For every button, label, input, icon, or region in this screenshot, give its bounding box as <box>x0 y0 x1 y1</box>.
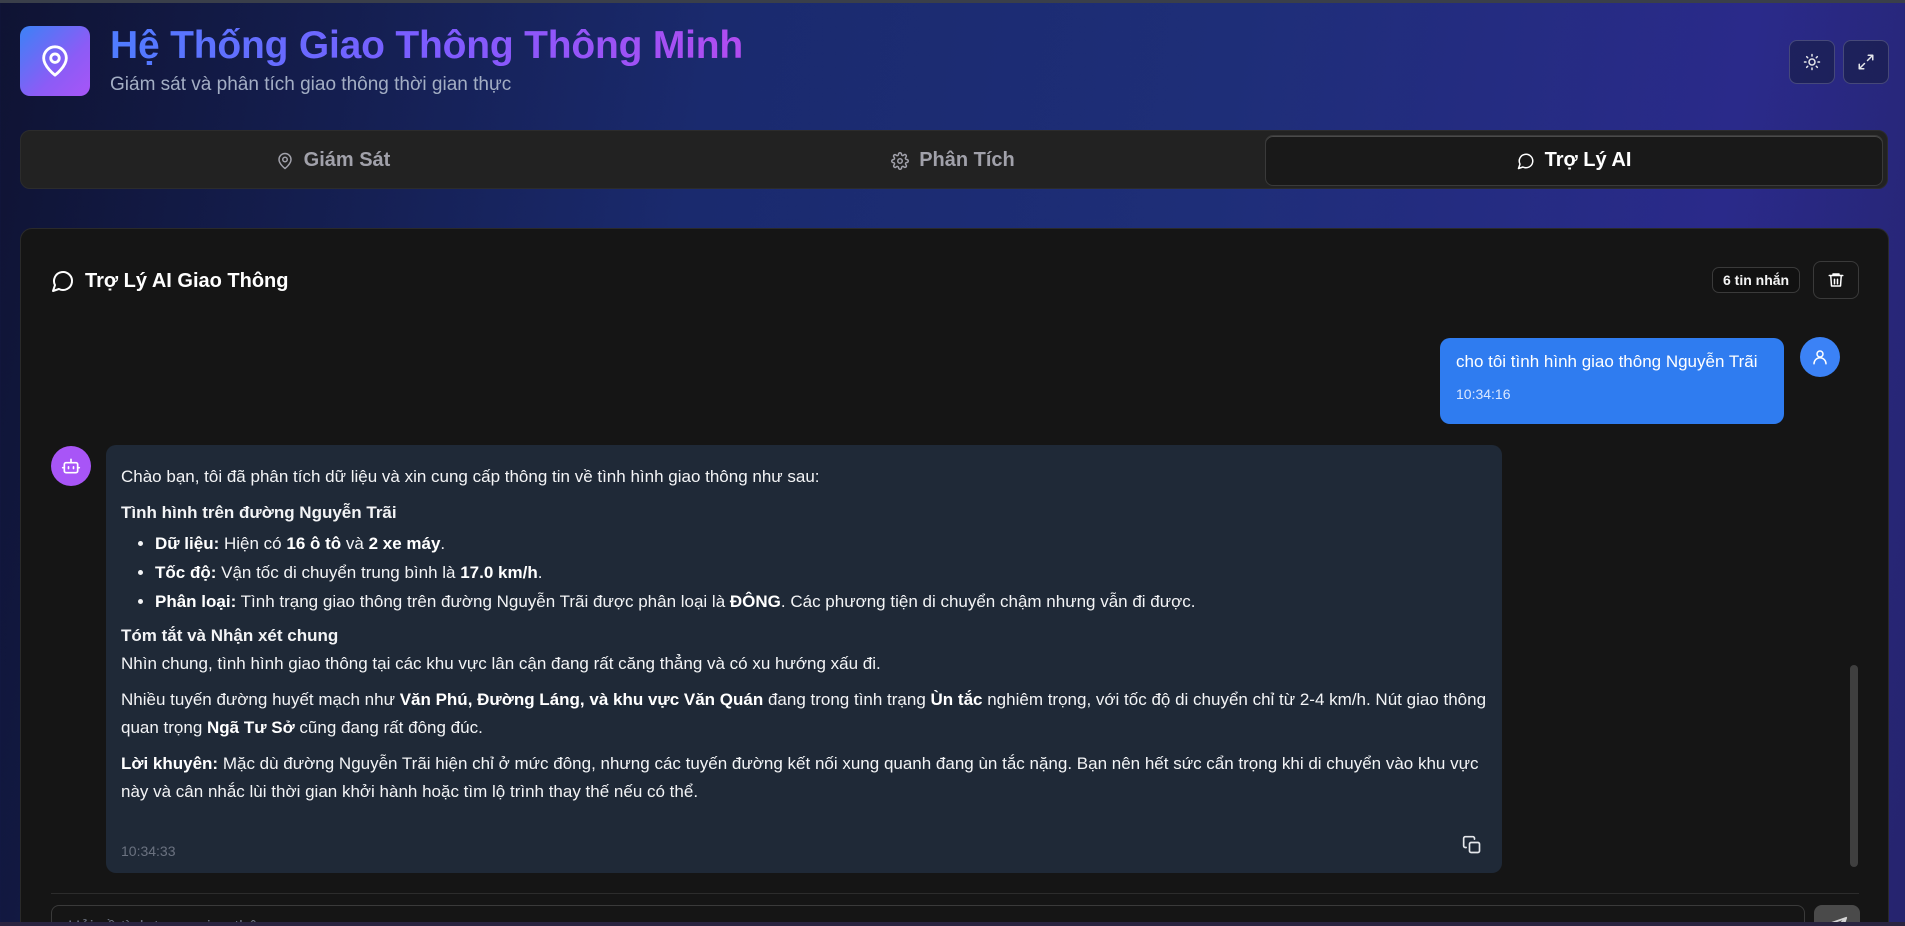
user-message-text: cho tôi tình hình giao thông Nguyễn Trãi <box>1456 352 1758 371</box>
copy-icon <box>1462 835 1481 854</box>
bot-avatar <box>51 446 91 486</box>
map-pin-icon <box>277 152 292 169</box>
main-tabs: Giám Sát Phân Tích Trợ Lý AI <box>20 130 1888 189</box>
window-bottom-border <box>0 922 1905 926</box>
chat-title: Trợ Lý AI Giao Thông <box>51 269 288 293</box>
bot-intro: Chào bạn, tôi đã phân tích dữ liệu và xi… <box>121 467 820 486</box>
user-message-time: 10:34:16 <box>1456 386 1511 402</box>
bot-message-time: 10:34:33 <box>121 843 176 859</box>
chat-panel: Trợ Lý AI Giao Thông 6 tin nhắn cho tôi … <box>20 228 1889 926</box>
app-logo <box>20 26 90 96</box>
app-title: Hệ Thống Giao Thông Thông Minh <box>110 24 744 67</box>
bot-paragraph: Nhiều tuyến đường huyết mạch như Văn Phú… <box>121 690 1487 737</box>
trash-icon <box>1828 273 1844 287</box>
bot-summary: Nhìn chung, tình hình giao thông tại các… <box>121 654 881 673</box>
clear-chat-button[interactable] <box>1813 261 1859 299</box>
sun-icon <box>1803 53 1821 71</box>
app-subtitle: Giám sát và phân tích giao thông thời gi… <box>110 74 512 95</box>
copy-message-button[interactable] <box>1462 835 1482 864</box>
bot-bullet-list: Dữ liệu: Hiện có 16 ô tô và 2 xe máy. Tố… <box>155 532 1487 614</box>
theme-toggle-button[interactable] <box>1789 40 1835 84</box>
bot-advice: Lời khuyên: Mặc dù đường Nguyễn Trãi hiệ… <box>121 754 1479 801</box>
tab-label: Phân Tích <box>919 149 1015 171</box>
list-item: Phân loại: Tình trạng giao thông trên đư… <box>155 590 1487 614</box>
bot-section-title: Tóm tắt và Nhận xét chung <box>121 626 339 645</box>
user-avatar <box>1800 337 1840 377</box>
chat-title-text: Trợ Lý AI Giao Thông <box>85 269 289 292</box>
chat-scrollbar[interactable] <box>1850 665 1858 867</box>
tab-tro-ly-ai[interactable]: Trợ Lý AI <box>1265 135 1883 186</box>
user-icon <box>1813 350 1827 365</box>
chat-icon <box>52 271 73 292</box>
fullscreen-button[interactable] <box>1843 40 1889 84</box>
expand-icon <box>1858 54 1874 70</box>
map-pin-icon <box>42 45 68 77</box>
chat-icon <box>1517 153 1534 169</box>
list-item: Dữ liệu: Hiện có 16 ô tô và 2 xe máy. <box>155 532 1487 556</box>
tab-giam-sat[interactable]: Giám Sát <box>25 135 641 186</box>
message-count-badge: 6 tin nhắn <box>1712 267 1801 293</box>
list-item: Tốc độ: Vận tốc di chuyển trung bình là … <box>155 561 1487 585</box>
user-message: cho tôi tình hình giao thông Nguyễn Trãi… <box>1440 338 1784 424</box>
tab-label: Giám Sát <box>303 149 391 171</box>
bot-icon <box>61 458 81 474</box>
input-divider <box>51 893 1859 894</box>
tab-phan-tich[interactable]: Phân Tích <box>645 135 1261 186</box>
window-top-border <box>0 0 1905 3</box>
bot-message: Chào bạn, tôi đã phân tích dữ liệu và xi… <box>106 445 1502 873</box>
gear-icon <box>891 151 910 170</box>
tab-label: Trợ Lý AI <box>1544 149 1632 171</box>
bot-section-title: Tình hình trên đường Nguyễn Trãi <box>121 503 397 522</box>
